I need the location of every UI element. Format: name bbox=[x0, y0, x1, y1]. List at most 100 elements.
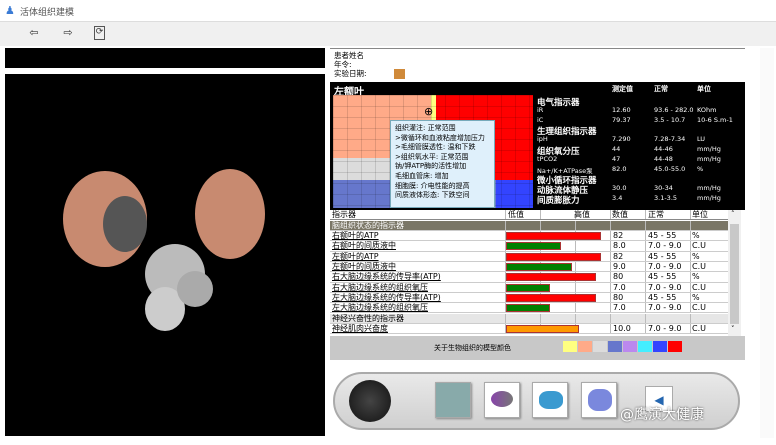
indicator-unit: LU bbox=[697, 135, 706, 144]
brain-organ-button[interactable] bbox=[484, 382, 520, 418]
indicator-name: 神经肌肉兴奋度 bbox=[332, 323, 388, 333]
indicator-name: 右额叶的ATP bbox=[332, 231, 379, 241]
value-bar bbox=[506, 232, 601, 241]
indicator-normal: 3.1-3.5 bbox=[654, 193, 678, 202]
table-row[interactable]: 右大脑边缘系统的传导率(ATP) 80 45 - 55% bbox=[330, 272, 728, 283]
table-row[interactable]: 右大脑边缘系统的组织氧压 7.0 7.0 - 9.0 C.U bbox=[330, 282, 728, 293]
indicator-name: 左额叶的ATP bbox=[332, 251, 379, 261]
table-row[interactable]: 左额叶的ATP 82 45 - 55% bbox=[330, 251, 728, 262]
viewer-header bbox=[5, 48, 325, 68]
crosshair-icon[interactable]: ⊕ bbox=[424, 105, 433, 118]
legend-swatch[interactable] bbox=[593, 341, 607, 352]
cell-normal: 45 - 55 bbox=[648, 251, 677, 261]
indicator-unit: mm/Hg bbox=[697, 154, 721, 163]
title-bar: ♟ 活体组织建模 bbox=[0, 0, 776, 22]
column-header: 高值 bbox=[574, 210, 590, 219]
column-header: 单位 bbox=[692, 210, 708, 219]
page-scrollbar[interactable] bbox=[760, 48, 774, 438]
indicator-row: iC 79.37 3.5 - 10.7 10-6 S.m-1 bbox=[537, 116, 742, 126]
cell-value: 82 bbox=[613, 251, 624, 261]
3d-brain-viewer[interactable] bbox=[5, 74, 325, 436]
value-bar bbox=[506, 273, 596, 282]
indicator-normal: 44-46 bbox=[654, 144, 673, 153]
table-row[interactable]: 左大脑边缘系统的组织氧压 7.0 7.0 - 9.0 C.U bbox=[330, 303, 728, 314]
age-label: 年令: bbox=[334, 60, 352, 69]
legend-swatch[interactable] bbox=[668, 341, 682, 352]
indicator-unit: mm/Hg bbox=[697, 144, 721, 153]
cell-unit: C.U bbox=[692, 241, 706, 251]
color-swatch bbox=[394, 69, 405, 79]
cell-unit: C.U bbox=[692, 303, 706, 313]
legend-swatch[interactable] bbox=[623, 341, 637, 352]
tooltip-line: 毛细血管床: 增加 bbox=[395, 171, 449, 180]
indicator-value: 30.0 bbox=[612, 184, 627, 193]
cell-unit: C.U bbox=[692, 323, 706, 333]
table-row[interactable]: 右额叶的ATP 82 45 - 55% bbox=[330, 231, 728, 242]
indicator-list: 测定值 正常 单位 电气指示器 iR 12.60 93.6 - 282.0 KOhm iC 79.… bbox=[537, 85, 742, 206]
indicator-value: 82.0 bbox=[612, 164, 627, 173]
value-bar bbox=[506, 252, 601, 261]
table-row[interactable]: 左额叶的间质液中 9.0 7.0 - 9.0 C.U bbox=[330, 262, 728, 273]
tooltip-line: >组织氧水平: 正常范围 bbox=[395, 152, 469, 161]
color-legend: 关于生物组织的模型颜色 bbox=[330, 336, 745, 360]
back-arrow-icon[interactable]: ⇦ bbox=[26, 26, 42, 40]
indicator-name: 右额叶的间质液中 bbox=[332, 241, 396, 251]
indicator-row: Na+/K+ATPase泵 82.0 45.0-55.0% bbox=[537, 165, 742, 175]
kidney-organ-button[interactable] bbox=[532, 382, 568, 418]
table-header: 指示器 低值 高值 数值 正常 单位 bbox=[330, 210, 728, 221]
refresh-icon[interactable]: ⟳ bbox=[94, 26, 105, 40]
table-row[interactable]: 左大脑边缘系统的传导率(ATP) 80 45 - 55% bbox=[330, 292, 728, 304]
legend-swatch[interactable] bbox=[563, 341, 577, 352]
indicator-row: 动脉流体静压 30.0 30-34 mm/Hg bbox=[537, 184, 742, 196]
column-header: 正常 bbox=[648, 210, 664, 219]
indicator-row: ipH 7.290 7.28-7.34 LU bbox=[537, 135, 742, 145]
column-header: 指示器 bbox=[332, 210, 356, 219]
indicator-table: 指示器 低值 高值 数值 正常 单位 脑组织状态的指示器 右额叶的ATP 82 45 - 55% 右… bbox=[330, 210, 728, 336]
cell-normal: 7.0 - 9.0 bbox=[648, 282, 682, 292]
indicator-value: 7.290 bbox=[612, 135, 631, 144]
indicator-row: 组织氧分压 44 44-46 mm/Hg bbox=[537, 144, 742, 157]
table-row[interactable]: 神经肌肉兴奋度 10.0 7.0 - 9.0 C.U bbox=[330, 323, 728, 335]
indicator-unit: mm/Hg bbox=[697, 193, 721, 202]
indicator-unit: % bbox=[697, 164, 704, 173]
indicator-normal: 44-48 bbox=[654, 154, 673, 163]
indicator-label: iC bbox=[537, 115, 544, 124]
forward-arrow-icon[interactable]: ⇨ bbox=[60, 26, 76, 40]
lung-organ-button[interactable] bbox=[581, 382, 617, 418]
indicator-name: 左大脑边缘系统的组织氧压 bbox=[332, 303, 428, 313]
legend-swatch[interactable] bbox=[578, 341, 592, 352]
value-bar bbox=[506, 324, 579, 333]
legend-swatch[interactable] bbox=[608, 341, 622, 352]
cell-unit: C.U bbox=[692, 262, 706, 271]
column-header: 低值 bbox=[508, 210, 524, 219]
column-header: 数值 bbox=[612, 210, 628, 219]
legend-swatch[interactable] bbox=[638, 341, 652, 352]
cell-normal: 45 - 55 bbox=[648, 272, 677, 282]
table-row[interactable]: 右额叶的间质液中 8.0 7.0 - 9.0 C.U bbox=[330, 241, 728, 252]
indicator-row: 生理组织指示器 bbox=[537, 125, 742, 137]
indicator-value: 47 bbox=[612, 154, 621, 163]
navigation-wheel-icon[interactable] bbox=[349, 380, 391, 422]
digestive-organ-button[interactable] bbox=[435, 382, 471, 418]
table-scrollbar[interactable]: ˄ ˅ bbox=[728, 210, 741, 336]
value-bar bbox=[506, 304, 550, 313]
legend-swatch[interactable] bbox=[653, 341, 667, 352]
indicator-label: ipH bbox=[537, 135, 548, 144]
indicator-value: 12.60 bbox=[612, 105, 631, 114]
indicator-normal: 30-34 bbox=[654, 184, 673, 193]
table-section: 脑组织状态的指示器 bbox=[330, 220, 728, 232]
indicator-value: 44 bbox=[612, 144, 621, 153]
patient-info: 患者姓名 年令: 实验日期: bbox=[330, 48, 745, 82]
cell-value: 80 bbox=[613, 292, 624, 302]
value-bar bbox=[506, 242, 561, 251]
indicator-header: 正常 bbox=[654, 85, 668, 93]
indicator-header: 测定值 bbox=[612, 85, 633, 93]
indicator-name: 右大脑边缘系统的组织氧压 bbox=[332, 282, 428, 292]
indicator-row: iR 12.60 93.6 - 282.0 KOhm bbox=[537, 106, 742, 116]
indicator-header: 单位 bbox=[697, 85, 711, 93]
cell-value: 82 bbox=[613, 231, 624, 241]
cell-unit: % bbox=[692, 251, 700, 261]
cell-value: 7.0 bbox=[613, 282, 626, 292]
indicator-row: tPCO2 47 44-48 mm/Hg bbox=[537, 155, 742, 165]
value-bar bbox=[506, 293, 596, 302]
